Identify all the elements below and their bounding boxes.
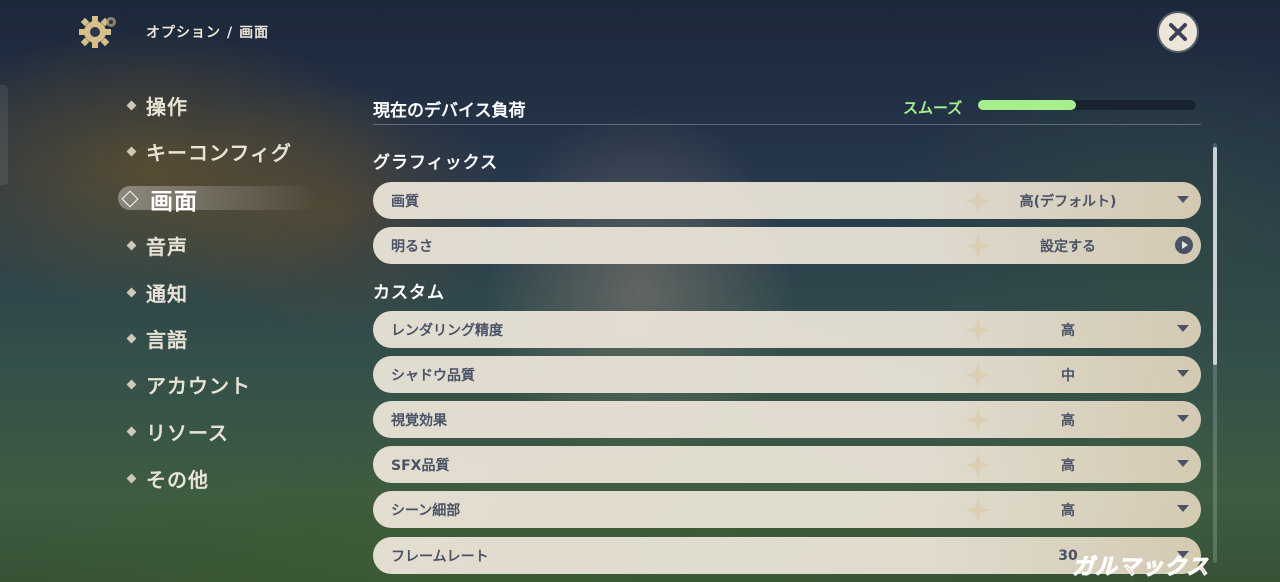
device-load-fill: [978, 100, 1077, 110]
diamond-icon: [126, 379, 137, 390]
sidebar-item-account[interactable]: アカウント: [126, 370, 251, 399]
sidebar-item-controls[interactable]: 操作: [126, 91, 188, 120]
setting-label: SFX品質: [391, 457, 450, 474]
section-title-custom: カスタム: [373, 283, 445, 303]
setting-row-shadow-quality[interactable]: シャドウ品質 中: [373, 356, 1201, 393]
setting-label: 画質: [391, 193, 419, 210]
sidebar-item-label: 言語: [146, 328, 188, 352]
sidebar-item-key-config[interactable]: キーコンフィグ: [126, 137, 292, 166]
diamond-icon: [126, 426, 137, 437]
setting-value: 高: [1061, 412, 1075, 429]
diamond-icon: [126, 333, 137, 344]
breadcrumb: オプション / 画面: [146, 22, 269, 42]
arrow-right-circle-icon: [1175, 236, 1193, 254]
gear-icon: [79, 16, 116, 48]
setting-row-render-resolution[interactable]: レンダリング精度 高: [373, 311, 1201, 348]
breadcrumb-current: 画面: [239, 25, 270, 41]
dropdown-arrow-icon: [1177, 370, 1189, 377]
section-title-graphics: グラフィックス: [373, 153, 499, 173]
setting-row-brightness[interactable]: 明るさ 設定する: [373, 227, 1201, 264]
setting-label: 視覚効果: [391, 412, 447, 429]
device-load-title: 現在のデバイス負荷: [373, 101, 526, 121]
sidebar-item-label: その他: [146, 468, 209, 492]
setting-value: 中: [1061, 367, 1075, 384]
device-load-status: スムーズ: [903, 99, 963, 117]
scrollbar-thumb[interactable]: [1213, 147, 1217, 365]
sidebar-item-other[interactable]: その他: [126, 464, 209, 493]
device-load-bar: [978, 100, 1196, 110]
sidebar-item-display[interactable]: 画面: [121, 182, 198, 216]
setting-value: 高(デフォルト): [1019, 193, 1117, 210]
diamond-icon: [126, 146, 137, 157]
setting-row-sfx-quality[interactable]: SFX品質 高: [373, 446, 1201, 483]
diamond-icon: [126, 100, 137, 111]
side-handle: [0, 85, 8, 185]
dropdown-arrow-icon: [1177, 505, 1189, 512]
setting-value: 設定する: [1040, 238, 1096, 255]
close-button[interactable]: [1159, 13, 1197, 51]
sidebar-item-label: 操作: [146, 95, 188, 119]
setting-label: シーン細部: [391, 502, 461, 519]
setting-label: シャドウ品質: [391, 367, 475, 384]
close-icon: [1169, 23, 1187, 41]
setting-value: 高: [1061, 502, 1075, 519]
divider: [373, 124, 1201, 125]
diamond-icon: [126, 473, 137, 484]
sidebar-item-audio[interactable]: 音声: [126, 231, 188, 260]
sidebar-item-language[interactable]: 言語: [126, 324, 188, 353]
sidebar-item-label: 音声: [146, 235, 188, 259]
setting-value: 高: [1061, 457, 1075, 474]
dropdown-arrow-icon: [1177, 196, 1189, 203]
diamond-icon: [126, 240, 137, 251]
sidebar-item-label: キーコンフィグ: [146, 141, 292, 165]
setting-label: レンダリング精度: [391, 322, 503, 339]
sidebar-item-label: 画面: [150, 189, 198, 215]
sidebar-item-resources[interactable]: リソース: [126, 417, 229, 446]
sidebar-item-label: リソース: [146, 421, 229, 445]
dropdown-arrow-icon: [1177, 325, 1189, 332]
breadcrumb-options: オプション: [146, 25, 221, 41]
setting-label: フレームレート: [391, 548, 489, 565]
setting-row-visual-effects[interactable]: 視覚効果 高: [373, 401, 1201, 438]
diamond-outline-icon: [121, 190, 139, 208]
sidebar-item-label: アカウント: [146, 374, 251, 398]
dropdown-arrow-icon: [1177, 460, 1189, 467]
setting-row-quality[interactable]: 画質 高(デフォルト): [373, 182, 1201, 219]
breadcrumb-separator: /: [227, 25, 234, 41]
setting-value: 高: [1061, 322, 1075, 339]
sidebar-item-notifications[interactable]: 通知: [126, 278, 188, 307]
setting-label: 明るさ: [391, 238, 433, 255]
watermark-logo: ガルマックス: [1071, 555, 1210, 581]
sidebar-item-label: 通知: [146, 282, 188, 306]
diamond-icon: [126, 287, 137, 298]
setting-row-scene-detail[interactable]: シーン細部 高: [373, 491, 1201, 528]
dropdown-arrow-icon: [1177, 415, 1189, 422]
